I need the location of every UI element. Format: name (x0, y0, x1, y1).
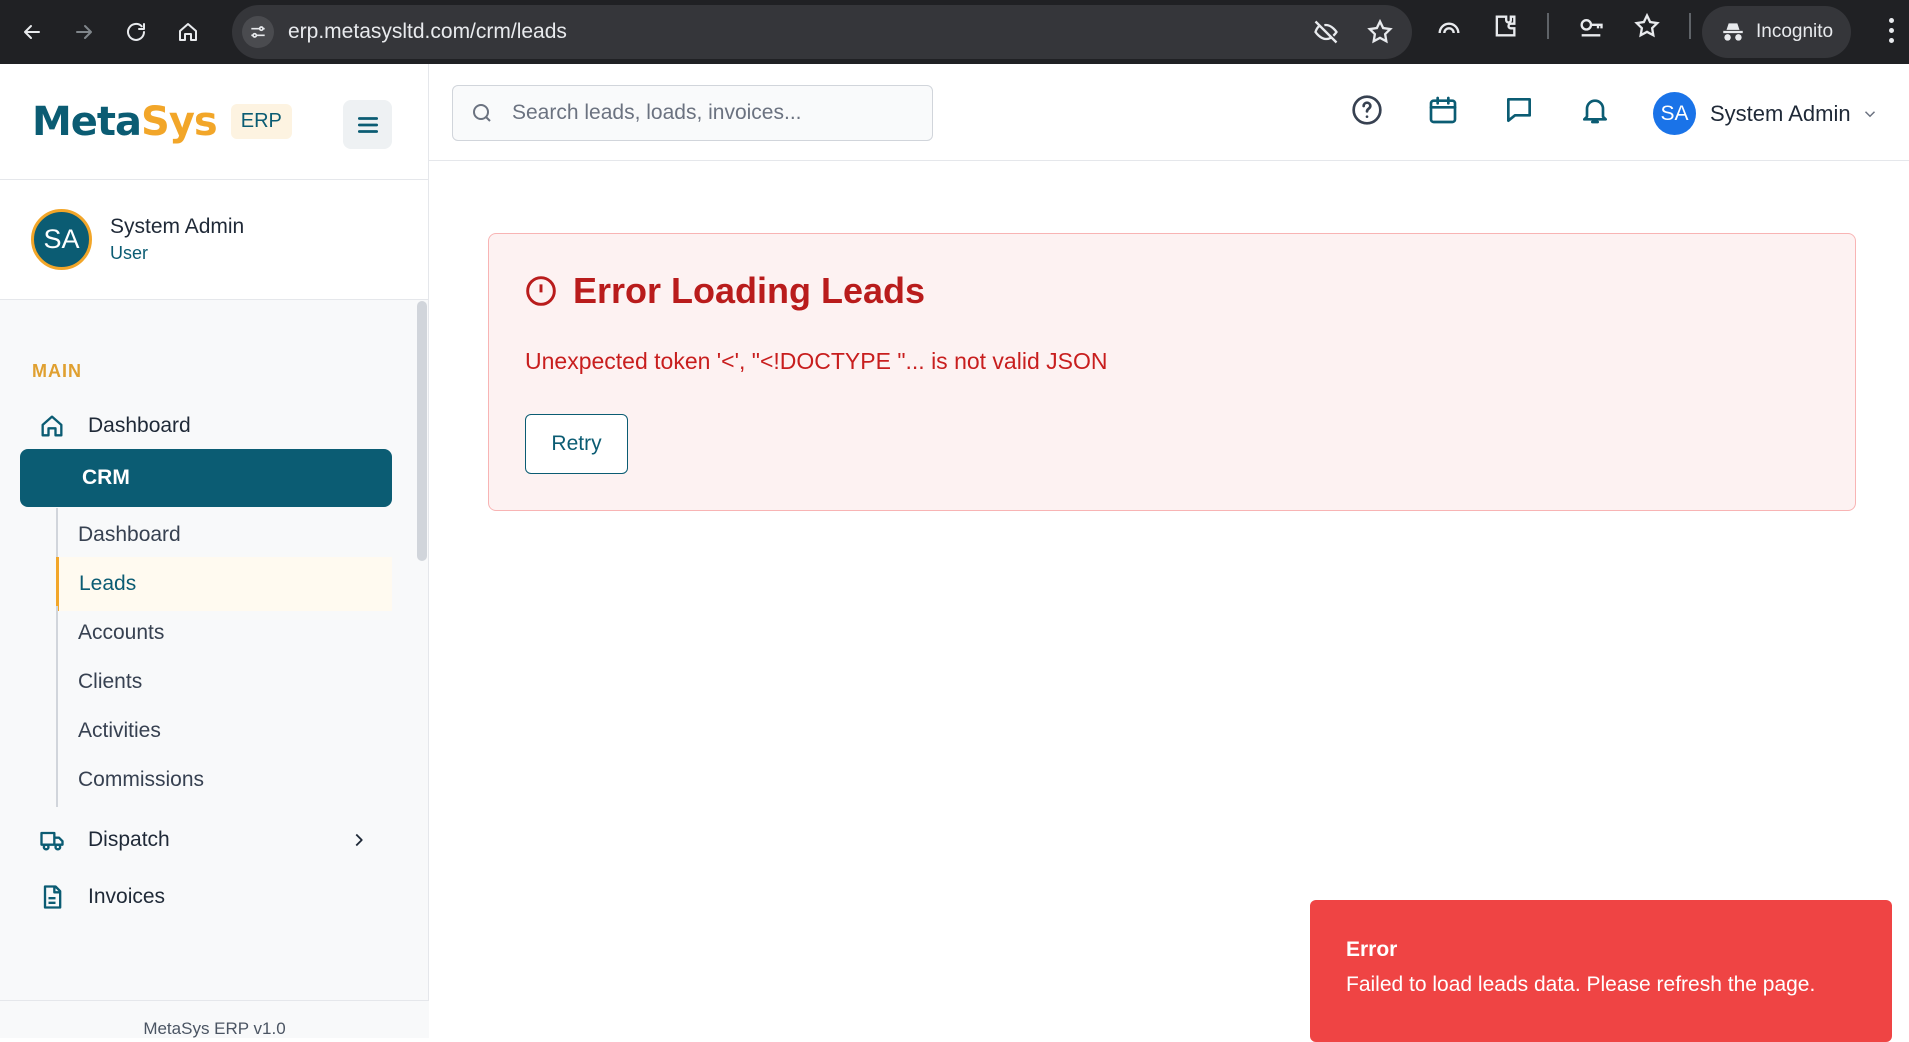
sidebar-item-label: Dashboard (88, 414, 191, 437)
avatar: SA (31, 209, 92, 270)
forward-button[interactable] (64, 12, 104, 52)
document-icon (43, 885, 62, 909)
submenu-item-label: Clients (78, 670, 143, 693)
retry-button[interactable]: Retry (525, 414, 628, 474)
submenu-item-leads[interactable]: Leads (56, 557, 392, 611)
error-title-text: Error Loading Leads (573, 270, 926, 311)
profile-menu[interactable]: SA System Admin (1653, 92, 1879, 135)
alert-circle-icon (526, 276, 556, 306)
sidebar-scrollbar[interactable] (417, 301, 427, 561)
app-header: SA System Admin (429, 64, 1909, 161)
submenu-item-label: Commissions (78, 768, 205, 791)
section-label-main: MAIN (32, 361, 82, 381)
performance-icon[interactable] (1435, 12, 1463, 40)
sidebar-item-invoices[interactable]: Invoices (20, 868, 392, 926)
back-button[interactable] (12, 12, 52, 52)
sidebar-item-dispatch[interactable]: Dispatch (20, 811, 392, 869)
reading-list-icon[interactable] (1633, 12, 1661, 40)
submenu-item-label: Activities (78, 719, 161, 742)
search-input[interactable] (512, 101, 912, 125)
arrow-left-icon (24, 25, 40, 39)
chevron-right-icon (355, 833, 363, 847)
user-profile-card: SA System Admin User (0, 180, 428, 300)
truck-icon (40, 831, 64, 851)
menu-toggle-button[interactable] (343, 100, 392, 149)
submenu-item-label: Leads (79, 572, 137, 595)
help-circle-icon (1352, 95, 1382, 125)
toast-message: Failed to load leads data. Please refres… (1346, 973, 1816, 996)
search-icon (473, 104, 491, 122)
profile-name: System Admin (1710, 100, 1851, 126)
sidebar-item-dashboard[interactable]: Dashboard (20, 397, 392, 455)
url-text[interactable]: erp.metasysltd.com/crm/leads (288, 20, 567, 44)
reload-icon (127, 22, 145, 41)
eye-off-icon[interactable] (1312, 18, 1340, 46)
browser-toolbar: erp.metasysltd.com/crm/leads Incognito (0, 0, 1909, 64)
messages-button[interactable] (1503, 94, 1535, 131)
address-bar[interactable]: erp.metasysltd.com/crm/leads (232, 5, 1412, 59)
search-box[interactable] (452, 85, 933, 141)
bell-icon (1583, 99, 1607, 124)
extensions-icon[interactable] (1491, 12, 1519, 40)
home-button[interactable] (168, 12, 208, 52)
chat-icon (1507, 98, 1531, 122)
sidebar-nav: MAIN Dashboard CRM Dashboard Leads Accou… (0, 301, 410, 991)
sidebar-item-label: Dispatch (88, 828, 170, 851)
error-toast[interactable]: Error Failed to load leads data. Please … (1310, 900, 1892, 1042)
sidebar-footer: MetaSys ERP v1.0 (0, 1000, 429, 1038)
brand-row: MetaSys ERP (0, 64, 428, 180)
hamburger-icon (357, 116, 378, 133)
sidebar-item-crm[interactable]: CRM (20, 449, 392, 507)
error-title: Error Loading Leads (525, 270, 925, 312)
sidebar-item-label: Invoices (88, 885, 166, 908)
logo[interactable]: MetaSys (32, 98, 218, 145)
error-message: Unexpected token '<', "<!DOCTYPE "... is… (525, 348, 1108, 374)
incognito-icon (1723, 23, 1743, 41)
notifications-button[interactable] (1579, 94, 1611, 131)
site-info-icon[interactable] (242, 16, 274, 48)
incognito-label: Incognito (1756, 21, 1834, 42)
chevron-down-icon (1864, 110, 1875, 117)
avatar: SA (1653, 92, 1696, 135)
logo-text-sys: Sys (141, 98, 218, 145)
sidebar: MetaSys ERP SA System Admin User MAIN Da… (0, 64, 429, 1038)
submenu-item-commissions[interactable]: Commissions (56, 753, 392, 807)
sidebar-item-label: CRM (82, 466, 130, 489)
home-icon (179, 23, 197, 41)
calendar-button[interactable] (1427, 94, 1459, 131)
submenu-item-label: Dashboard (78, 523, 181, 546)
submenu-item-accounts[interactable]: Accounts (56, 606, 392, 660)
help-button[interactable] (1351, 94, 1383, 131)
user-name: System Admin (110, 215, 245, 238)
incognito-chip[interactable]: Incognito (1702, 6, 1852, 58)
arrow-right-icon (76, 25, 92, 39)
erp-badge: ERP (230, 104, 292, 139)
browser-menu-icon[interactable] (1889, 18, 1895, 43)
logo-text-meta: Meta (32, 98, 142, 145)
toolbar-divider (1547, 13, 1549, 39)
submenu-item-label: Accounts (78, 621, 165, 644)
calendar-icon (1429, 96, 1457, 124)
reload-button[interactable] (116, 12, 156, 52)
home-icon (41, 415, 63, 437)
toast-title: Error (1346, 938, 1398, 961)
error-panel: Error Loading Leads Unexpected token '<'… (488, 233, 1856, 511)
password-key-icon[interactable] (1577, 12, 1605, 40)
submenu-item-clients[interactable]: Clients (56, 655, 392, 709)
submenu-item-activities[interactable]: Activities (56, 704, 392, 758)
bookmark-star-icon[interactable] (1366, 18, 1394, 46)
user-role: User (110, 243, 149, 263)
submenu-item-dashboard[interactable]: Dashboard (56, 508, 392, 562)
toolbar-divider (1689, 13, 1691, 39)
